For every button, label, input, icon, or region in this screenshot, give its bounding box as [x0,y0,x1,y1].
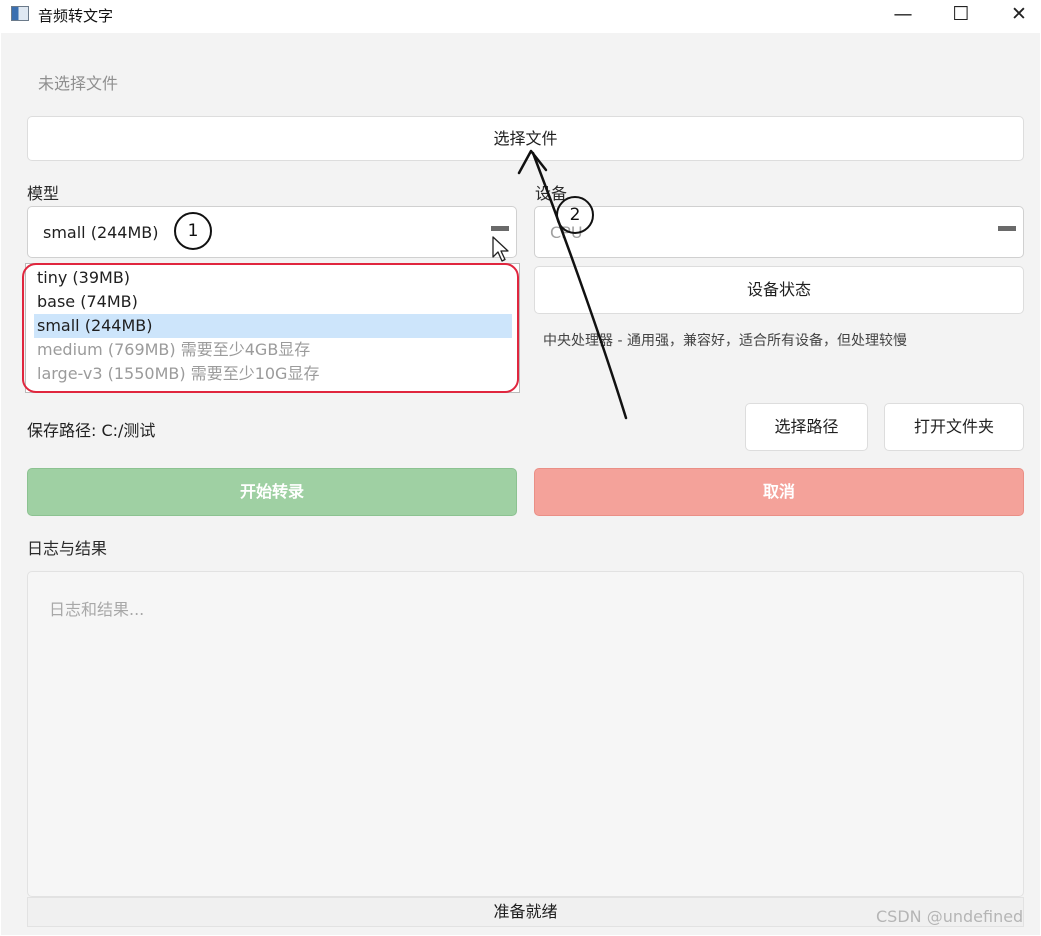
close-button[interactable]: ✕ [996,0,1041,30]
choose-path-button[interactable]: 选择路径 [745,403,868,451]
log-label: 日志与结果 [27,539,108,558]
mouse-cursor-icon [492,236,509,262]
dropdown-arrow-icon[interactable] [491,226,509,231]
select-file-button[interactable]: 选择文件 [27,116,1024,161]
title-bar: 音频转文字 — ☐ ✕ [0,0,1041,30]
model-dropdown-list: tiny (39MB) base (74MB) small (244MB) me… [25,263,520,393]
log-output-area[interactable]: 日志和结果... [27,571,1024,897]
device-status-button[interactable]: 设备状态 [534,266,1024,314]
model-option-base[interactable]: base (74MB) [34,290,512,314]
watermark-text: CSDN @undefined [876,907,1024,926]
open-folder-button[interactable]: 打开文件夹 [884,403,1024,451]
app-icon [11,6,29,21]
model-select[interactable]: small (244MB) [27,206,517,258]
model-option-tiny[interactable]: tiny (39MB) [34,266,512,290]
log-placeholder: 日志和结果... [49,600,145,619]
start-transcribe-button[interactable]: 开始转录 [27,468,517,516]
file-status-text: 未选择文件 [38,74,119,93]
save-path-text: 保存路径: C:/测试 [27,421,156,440]
model-option-small[interactable]: small (244MB) [34,314,512,338]
device-select[interactable]: CPU [534,206,1024,258]
model-selected-value: small (244MB) [43,223,159,242]
device-description: 中央处理器 - 通用强，兼容好，适合所有设备，但处理较慢 [543,333,907,349]
annotation-number-1: 1 [174,212,212,250]
dropdown-arrow-icon[interactable] [998,226,1016,231]
cancel-button[interactable]: 取消 [534,468,1024,516]
model-label: 模型 [27,184,60,203]
minimize-button[interactable]: — [880,0,926,30]
model-option-medium: medium (769MB) 需要至少4GB显存 [37,340,311,359]
annotation-number-2: 2 [556,196,594,234]
model-option-large-v3: large-v3 (1550MB) 需要至少10G显存 [37,364,320,383]
window-title: 音频转文字 [38,7,114,25]
status-bar: 准备就绪 [27,897,1024,927]
maximize-button[interactable]: ☐ [938,0,984,30]
